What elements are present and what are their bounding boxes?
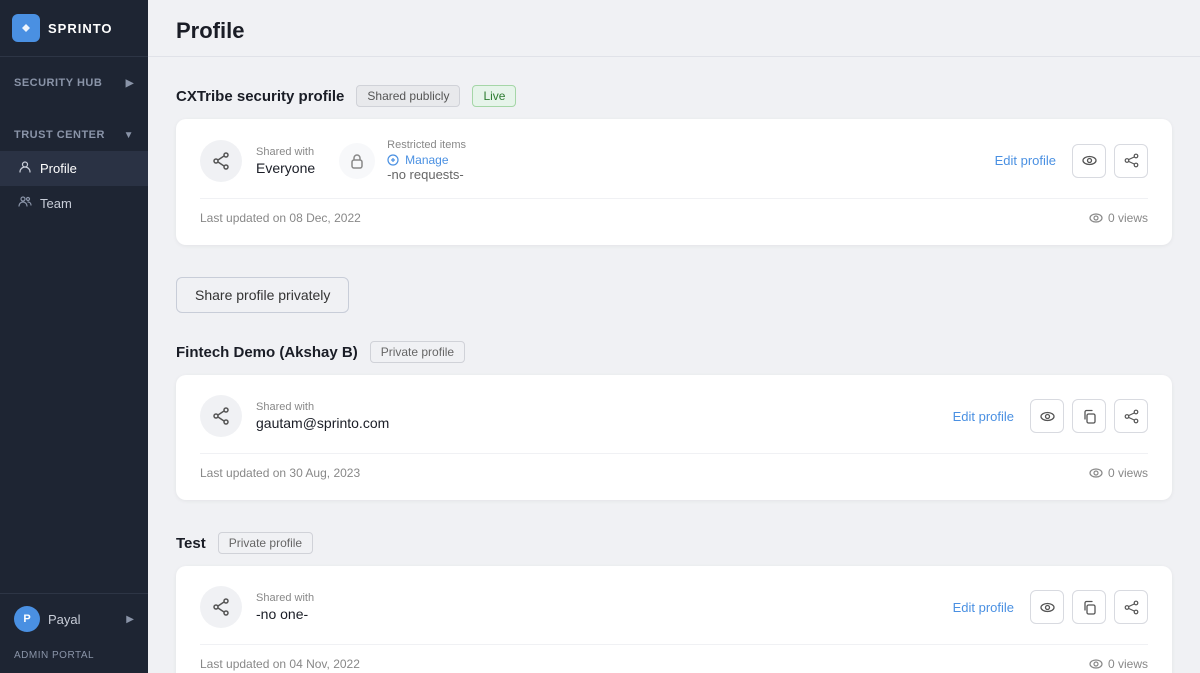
cxtribe-view-button[interactable]	[1072, 144, 1106, 178]
profile-icon	[18, 160, 32, 177]
sprinto-logo-text: SPRINTO	[48, 21, 113, 36]
test-visibility-badge: Private profile	[218, 532, 313, 554]
fintech-share-icon	[200, 395, 242, 437]
cxtribe-card-actions: Edit profile	[987, 144, 1148, 178]
sidebar-item-team[interactable]: Team	[0, 186, 148, 221]
test-card-actions: Edit profile	[945, 590, 1148, 624]
cxtribe-restricted-row: Manage	[387, 153, 466, 167]
team-icon	[18, 195, 32, 212]
test-shared-info: Shared with -no one-	[256, 592, 314, 622]
cxtribe-restricted-info: Restricted items Manage	[387, 139, 466, 182]
test-views: 0 views	[1089, 657, 1148, 671]
sidebar-bottom: P Payal ▶ Admin Portal	[0, 593, 148, 673]
profile-section-fintech: Fintech Demo (Akshay B) Private profile	[176, 341, 1172, 500]
cxtribe-shared-info: Shared with Everyone	[256, 146, 315, 176]
sidebar-item-security-hub[interactable]: Security Hub ▶	[0, 67, 148, 99]
sidebar-team-label: Team	[40, 196, 72, 211]
fintech-card: Shared with gautam@sprinto.com Edit prof…	[176, 375, 1172, 500]
cxtribe-shared-value: Everyone	[256, 160, 315, 176]
fintech-views: 0 views	[1089, 466, 1148, 480]
fintech-card-actions: Edit profile	[945, 399, 1148, 433]
share-privately-button[interactable]: Share profile privately	[176, 277, 349, 313]
sidebar-section-security: Security Hub ▶	[0, 57, 148, 109]
main-content: CXTribe security profile Shared publicly…	[148, 57, 1200, 673]
sidebar-logo: SPRINTO	[0, 0, 148, 57]
test-last-updated: Last updated on 04 Nov, 2022	[200, 657, 360, 671]
test-card: Shared with -no one- Edit profile	[176, 566, 1172, 673]
test-card-top: Shared with -no one- Edit profile	[200, 586, 1148, 645]
cxtribe-edit-button[interactable]: Edit profile	[987, 149, 1064, 172]
fintech-header: Fintech Demo (Akshay B) Private profile	[176, 341, 1172, 363]
user-avatar: P	[14, 606, 40, 632]
main-content-area: Profile CXTribe security profile Shared …	[148, 0, 1200, 673]
test-name: Test	[176, 535, 206, 552]
profile-section-cxtribe: CXTribe security profile Shared publicly…	[176, 85, 1172, 245]
cxtribe-lock-area: Restricted items Manage	[339, 139, 466, 182]
sidebar-section-trust: Trust Center ▼ Profile Team	[0, 109, 148, 231]
test-header: Test Private profile	[176, 532, 1172, 554]
sidebar-profile-label: Profile	[40, 161, 77, 176]
cxtribe-restricted-label: Restricted items	[387, 139, 466, 151]
fintech-shared-label: Shared with	[256, 401, 389, 413]
cxtribe-restricted-value: -no requests-	[387, 167, 466, 182]
cxtribe-shared-label: Shared with	[256, 146, 315, 158]
profile-section-test: Test Private profile Sh	[176, 532, 1172, 673]
chevron-right-icon: ▶	[126, 614, 134, 625]
cxtribe-share-icon	[200, 140, 242, 182]
cxtribe-card-bottom: Last updated on 08 Dec, 2022 0 views	[200, 199, 1148, 225]
fintech-share-button[interactable]	[1114, 399, 1148, 433]
sprinto-logo-icon	[12, 14, 40, 42]
fintech-shared-value: gautam@sprinto.com	[256, 415, 389, 431]
cxtribe-card: Shared with Everyone Restricted items	[176, 119, 1172, 245]
cxtribe-last-updated: Last updated on 08 Dec, 2022	[200, 211, 361, 225]
cxtribe-share-button[interactable]	[1114, 144, 1148, 178]
test-edit-button[interactable]: Edit profile	[945, 596, 1022, 619]
test-card-bottom: Last updated on 04 Nov, 2022 0 views	[200, 645, 1148, 671]
cxtribe-manage-link[interactable]: Manage	[387, 153, 448, 167]
page-title: Profile	[176, 18, 1172, 44]
test-view-button[interactable]	[1030, 590, 1064, 624]
fintech-shared-info: Shared with gautam@sprinto.com	[256, 401, 389, 431]
cxtribe-header: CXTribe security profile Shared publicly…	[176, 85, 1172, 107]
chevron-right-icon: ▶	[126, 78, 134, 89]
sidebar-item-profile[interactable]: Profile	[0, 151, 148, 186]
test-shared-label: Shared with	[256, 592, 314, 604]
cxtribe-views: 0 views	[1089, 211, 1148, 225]
fintech-view-button[interactable]	[1030, 399, 1064, 433]
fintech-name: Fintech Demo (Akshay B)	[176, 344, 358, 361]
fintech-visibility-badge: Private profile	[370, 341, 465, 363]
cxtribe-status-badge: Live	[472, 85, 516, 107]
sidebar-item-trust-center[interactable]: Trust Center ▼	[0, 119, 148, 151]
test-share-button[interactable]	[1114, 590, 1148, 624]
chevron-down-icon: ▼	[124, 130, 134, 141]
cxtribe-lock-icon	[339, 143, 375, 179]
test-share-icon	[200, 586, 242, 628]
fintech-last-updated: Last updated on 30 Aug, 2023	[200, 466, 360, 480]
cxtribe-name: CXTribe security profile	[176, 88, 344, 105]
fintech-edit-button[interactable]: Edit profile	[945, 405, 1022, 428]
main-header: Profile	[148, 0, 1200, 57]
cxtribe-visibility-badge: Shared publicly	[356, 85, 460, 107]
sidebar: SPRINTO Security Hub ▶ Trust Center ▼ Pr…	[0, 0, 148, 673]
fintech-card-bottom: Last updated on 30 Aug, 2023 0 views	[200, 454, 1148, 480]
fintech-card-top: Shared with gautam@sprinto.com Edit prof…	[200, 395, 1148, 454]
test-shared-value: -no one-	[256, 606, 314, 622]
fintech-copy-button[interactable]	[1072, 399, 1106, 433]
test-copy-button[interactable]	[1072, 590, 1106, 624]
admin-portal-label: Admin Portal	[0, 644, 148, 673]
user-name: Payal	[48, 612, 126, 627]
sidebar-user[interactable]: P Payal ▶	[0, 594, 148, 644]
cxtribe-card-top: Shared with Everyone Restricted items	[200, 139, 1148, 199]
